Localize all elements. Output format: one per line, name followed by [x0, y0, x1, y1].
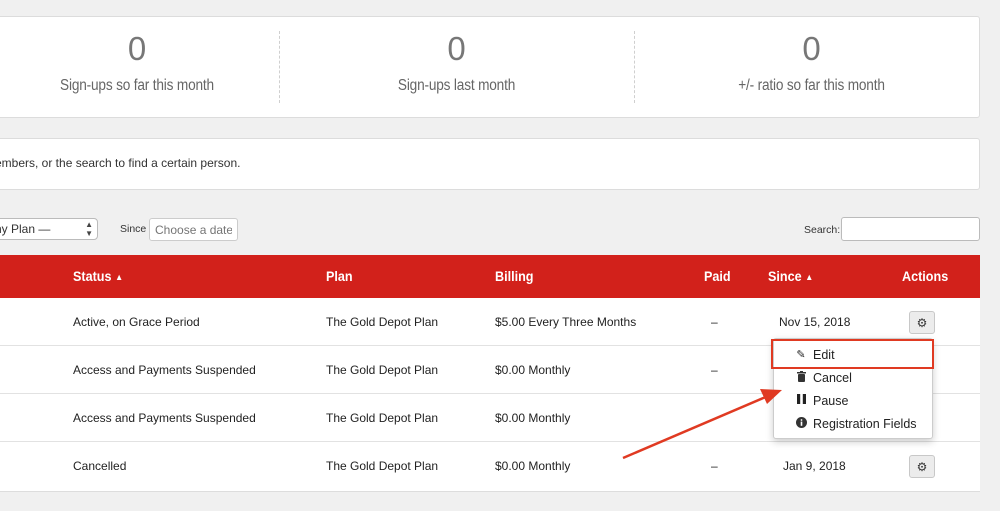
menu-item-registration-fields[interactable]: Registration Fields — [774, 412, 932, 435]
column-header-billing: Billing — [495, 268, 534, 284]
cell-billing: $5.00 Every Three Months — [495, 315, 637, 329]
column-header-since[interactable]: Since ▲ — [768, 268, 813, 284]
since-label: Since — [120, 223, 147, 235]
cell-paid: – — [711, 459, 718, 473]
cell-status: Cancelled — [73, 459, 127, 473]
search-label: Search: — [804, 224, 841, 236]
menu-item-label: Cancel — [813, 370, 852, 385]
plan-filter-select[interactable]: ny Plan — ▲ ▼ — [0, 218, 98, 240]
cell-plan: The Gold Depot Plan — [326, 411, 439, 425]
cell-billing: $0.00 Monthly — [495, 411, 571, 425]
cell-billing: $0.00 Monthly — [495, 363, 571, 377]
sort-ascending-icon: ▲ — [805, 272, 814, 282]
menu-item-cancel[interactable]: Cancel — [774, 366, 932, 389]
menu-item-pause[interactable]: Pause — [774, 389, 932, 412]
cell-since: Nov 15, 2018 — [779, 315, 851, 329]
gear-icon: ⚙ — [916, 459, 928, 474]
column-header-paid: Paid — [704, 268, 731, 284]
pause-icon — [795, 394, 807, 407]
info-icon — [795, 416, 807, 431]
cell-plan: The Gold Depot Plan — [326, 459, 439, 473]
menu-item-label: Pause — [813, 393, 849, 408]
cell-plan: The Gold Depot Plan — [326, 363, 439, 377]
row-actions-button[interactable]: ⚙ — [909, 455, 935, 478]
since-date-input[interactable] — [149, 218, 238, 241]
search-input[interactable] — [841, 217, 980, 241]
select-arrows-icon: ▲ ▼ — [85, 220, 93, 238]
plan-filter-value: ny Plan — — [0, 222, 51, 236]
stat-value: 0 — [802, 30, 821, 67]
trash-icon — [795, 370, 807, 385]
stat-label: Sign-ups last month — [397, 77, 516, 94]
info-text: embers, or the search to find a certain … — [0, 156, 241, 170]
stat-label: Sign-ups so far this month — [60, 77, 214, 94]
cell-status: Active, on Grace Period — [73, 315, 200, 329]
table-row: Cancelled The Gold Depot Plan $0.00 Mont… — [0, 442, 980, 490]
column-header-plan: Plan — [326, 268, 353, 284]
info-card: embers, or the search to find a certain … — [0, 138, 980, 190]
stat-ratio-this-month: 0 +/- ratio so far this month — [634, 17, 989, 117]
sort-both-icon: ▲︎ — [115, 272, 124, 282]
stat-value: 0 — [127, 30, 147, 67]
column-header-status[interactable]: Status ▲︎ — [73, 268, 123, 284]
cell-paid: – — [711, 363, 718, 377]
stat-signups-last-month: 0 Sign-ups last month — [279, 17, 634, 117]
row-actions-button[interactable]: ⚙ — [909, 311, 935, 334]
cell-status: Access and Payments Suspended — [73, 411, 256, 425]
stat-label: +/- ratio so far this month — [738, 77, 885, 94]
column-header-actions: Actions — [902, 268, 949, 284]
menu-item-label: Registration Fields — [813, 416, 917, 431]
cell-plan: The Gold Depot Plan — [326, 315, 439, 329]
cell-since: Jan 9, 2018 — [783, 459, 846, 473]
stat-value: 0 — [447, 30, 466, 67]
gear-icon: ⚙ — [916, 315, 928, 330]
stats-card: 0 Sign-ups so far this month 0 Sign-ups … — [0, 16, 980, 118]
cell-billing: $0.00 Monthly — [495, 459, 571, 473]
stat-signups-this-month: 0 Sign-ups so far this month — [0, 17, 279, 117]
annotation-highlight-box — [771, 339, 934, 369]
cell-status: Access and Payments Suspended — [73, 363, 256, 377]
cell-paid: – — [711, 315, 718, 329]
table-header: Status ▲︎ Plan Billing Paid Since ▲ Action… — [0, 255, 980, 298]
